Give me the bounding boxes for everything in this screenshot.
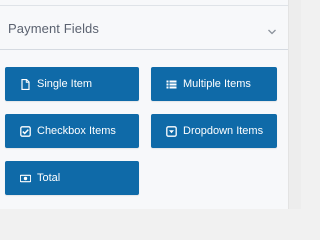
dropdown-icon: [166, 125, 177, 137]
single-item-label: Single Item: [37, 77, 93, 90]
section-title: Payment Fields: [8, 21, 99, 36]
checkbox-items-label: Checkbox Items: [37, 124, 116, 137]
payment-fields-panel: Payment Fields Single Item Multiple Item…: [0, 0, 288, 209]
total-label: Total: [37, 171, 61, 184]
file-icon: [20, 78, 31, 90]
multiple-items-label: Multiple Items: [183, 77, 251, 90]
dropdown-items-label: Dropdown Items: [183, 124, 264, 137]
payment-fields-section-header[interactable]: Payment Fields: [0, 6, 288, 49]
section-divider: [0, 49, 288, 50]
chevron-down-icon[interactable]: [267, 23, 277, 35]
checkbox-icon: [20, 125, 31, 137]
list-icon: [166, 79, 177, 90]
money-icon: [20, 173, 31, 184]
panel-right-edge: [288, 0, 301, 209]
total-button[interactable]: Total: [5, 161, 139, 195]
single-item-button[interactable]: Single Item: [5, 67, 139, 101]
checkbox-items-button[interactable]: Checkbox Items: [5, 114, 139, 148]
multiple-items-button[interactable]: Multiple Items: [151, 67, 277, 101]
dropdown-items-button[interactable]: Dropdown Items: [151, 114, 277, 148]
